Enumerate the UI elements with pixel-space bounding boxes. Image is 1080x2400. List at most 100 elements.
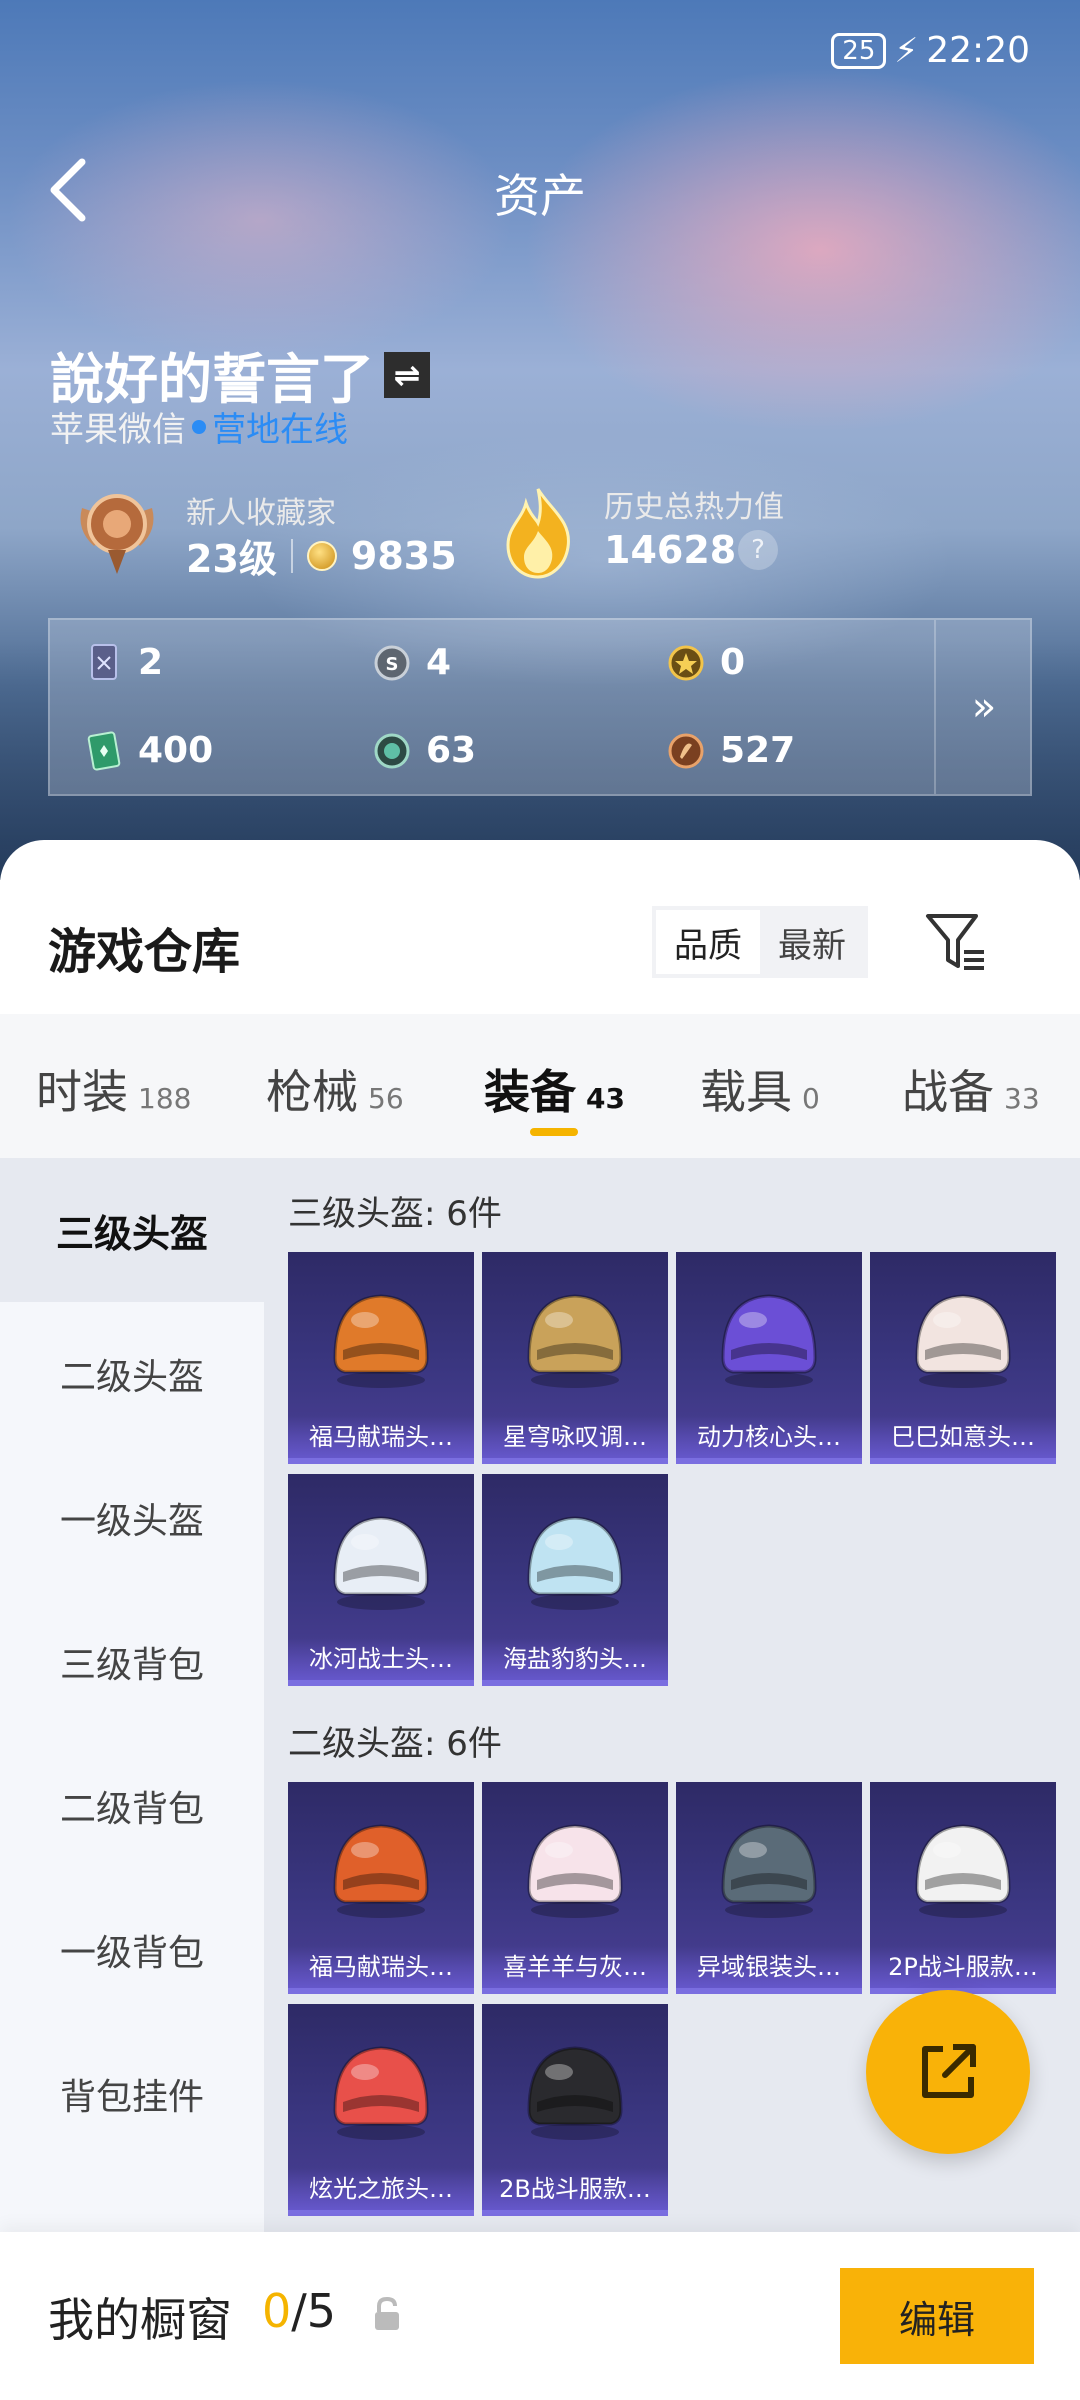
currency-value: 4: [426, 642, 452, 683]
battery-indicator: 25: [831, 32, 887, 69]
tab-label: 战备: [902, 1065, 994, 1119]
tab-equipment[interactable]: 装备 43: [484, 1056, 625, 1122]
item-card[interactable]: 2B战斗服款…: [482, 2004, 668, 2216]
tab-label: 枪械: [266, 1065, 358, 1119]
sidebar-item-level3-backpack[interactable]: 三级背包: [0, 1590, 264, 1734]
tab-label: 装备: [484, 1065, 576, 1119]
tab-count: 0: [802, 1082, 820, 1115]
sidebar-item-level2-helmet[interactable]: 二级头盔: [0, 1302, 264, 1446]
currency-value: 527: [720, 730, 796, 771]
item-card[interactable]: 2P战斗服款…: [870, 1782, 1056, 1994]
sort-toggle: 品质 最新: [652, 906, 868, 978]
filter-icon[interactable]: [920, 906, 990, 976]
gold-star-coin-icon: [668, 645, 704, 680]
tab-vehicles[interactable]: 载具 0: [700, 1056, 820, 1122]
collector-level: 23级: [186, 537, 277, 581]
online-status: 营地在线: [212, 410, 348, 450]
sort-newest-option[interactable]: 最新: [760, 910, 864, 974]
section-title: 二级头盔: 6件: [288, 1724, 502, 1764]
green-ticket-icon: [87, 730, 121, 771]
item-card[interactable]: 炫光之旅头…: [288, 2004, 474, 2216]
svg-text:S: S: [386, 654, 399, 675]
showcase-total: /5: [291, 2284, 337, 2338]
heat-value: 14628: [604, 528, 737, 572]
category-tabs: 时装 188 枪械 56 装备 43 载具 0 战备 33: [0, 1014, 1080, 1158]
item-name: 2P战斗服款…: [870, 1946, 1056, 1988]
card-icon: [91, 643, 117, 680]
tab-supplies[interactable]: 战备 33: [902, 1056, 1040, 1122]
currency-value: 0: [720, 642, 746, 683]
points-coin-icon: [306, 540, 337, 571]
item-card[interactable]: 巳巳如意头…: [870, 1252, 1056, 1464]
item-card[interactable]: 喜羊羊与灰…: [482, 1782, 668, 1994]
help-icon[interactable]: ?: [738, 530, 778, 570]
share-button[interactable]: [866, 1990, 1030, 2154]
warehouse-sheet: 游戏仓库 品质 最新 时装 188 枪械 56 装备 43 载具 0 战备 33: [0, 840, 1080, 2400]
teal-gem-icon: [374, 733, 410, 768]
item-card[interactable]: 异域银装头…: [676, 1782, 862, 1994]
showcase-count: 0/5: [262, 2284, 336, 2338]
currency-value: 63: [426, 730, 477, 771]
divider: [290, 538, 293, 573]
tab-label: 时装: [36, 1065, 128, 1119]
active-tab-indicator: [530, 1128, 578, 1136]
sort-quality-option[interactable]: 品质: [656, 910, 760, 974]
item-name: 巳巳如意头…: [870, 1416, 1056, 1458]
subcategory-sidebar: 三级头盔 二级头盔 一级头盔 三级背包 二级背包 一级背包 背包挂件: [0, 1158, 264, 2258]
switch-account-icon[interactable]: ⇌: [384, 351, 430, 398]
page-title: 资产: [494, 169, 586, 223]
tab-weapons[interactable]: 枪械 56: [266, 1056, 404, 1122]
currency-card[interactable]: 2: [86, 642, 163, 683]
sidebar-item-level1-helmet[interactable]: 一级头盔: [0, 1446, 264, 1590]
more-currencies-button[interactable]: »: [936, 620, 1032, 794]
platform-line: 苹果微信 营地在线: [50, 402, 348, 451]
item-card[interactable]: 冰河战士头…: [288, 1474, 474, 1686]
item-name: 福马献瑞头…: [288, 1416, 474, 1458]
status-bar: 25 ⚡ 22:20: [831, 30, 1030, 71]
sidebar-item-level2-backpack[interactable]: 二级背包: [0, 1734, 264, 1878]
tab-count: 56: [368, 1082, 404, 1115]
item-card[interactable]: 福马献瑞头…: [288, 1782, 474, 1994]
collector-stats: 23级 9835: [186, 528, 457, 583]
item-name: 星穹咏叹调…: [482, 1416, 668, 1458]
double-chevron-right-icon: »: [971, 684, 997, 730]
currency-value: 2: [138, 642, 164, 683]
silver-coin-icon: S: [374, 645, 410, 680]
currency-value: 400: [138, 730, 214, 771]
item-card[interactable]: 海盐豹豹头…: [482, 1474, 668, 1686]
section-title: 三级头盔: 6件: [288, 1194, 502, 1234]
item-card[interactable]: 星穹咏叹调…: [482, 1252, 668, 1464]
sidebar-item-level1-backpack[interactable]: 一级背包: [0, 1878, 264, 2022]
lock-icon: [375, 2296, 399, 2330]
currency-gold-star[interactable]: 0: [668, 642, 745, 683]
flame-icon: [506, 488, 570, 579]
collector-points: 9835: [350, 533, 457, 578]
item-card[interactable]: 福马献瑞头…: [288, 1252, 474, 1464]
heat-title: 历史总热力值: [604, 490, 784, 525]
sidebar-item-backpack-pendant[interactable]: 背包挂件: [0, 2022, 264, 2166]
item-name: 喜羊羊与灰…: [482, 1946, 668, 1988]
item-name: 冰河战士头…: [288, 1638, 474, 1680]
charging-icon: ⚡: [894, 30, 919, 71]
tab-count: 33: [1004, 1082, 1040, 1115]
warehouse-title: 游戏仓库: [48, 924, 241, 980]
item-name: 2B战斗服款…: [482, 2168, 668, 2210]
sidebar-item-level3-helmet[interactable]: 三级头盔: [0, 1158, 264, 1302]
edit-button[interactable]: 编辑: [840, 2268, 1034, 2364]
currency-panel: 2 S 4 0 400 63 527 »: [48, 618, 1032, 796]
item-name: 炫光之旅头…: [288, 2168, 474, 2210]
item-card[interactable]: 动力核心头…: [676, 1252, 862, 1464]
currency-teal-gem[interactable]: 63: [374, 730, 476, 771]
online-dot-icon: [192, 419, 206, 434]
showcase-current: 0: [262, 2284, 292, 2338]
tab-count: 43: [586, 1082, 625, 1115]
currency-silver[interactable]: S 4: [374, 642, 451, 683]
clock: 22:20: [926, 30, 1030, 71]
external-link-icon: [922, 2044, 976, 2098]
tab-fashion[interactable]: 时装 188: [36, 1056, 191, 1122]
currency-bronze[interactable]: 527: [668, 730, 795, 771]
item-name: 动力核心头…: [676, 1416, 862, 1458]
bronze-coin-icon: [668, 733, 704, 768]
currency-green-ticket[interactable]: 400: [86, 730, 213, 771]
item-name: 异域银装头…: [676, 1946, 862, 1988]
